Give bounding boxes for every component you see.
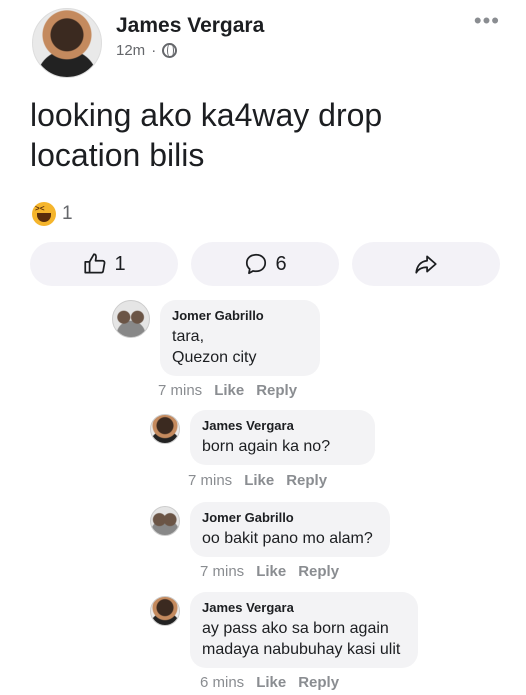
comment-reply-link[interactable]: Reply (256, 382, 297, 399)
comment-text: tara, Quezon city (172, 328, 257, 366)
commenter-avatar[interactable] (112, 300, 150, 338)
more-icon[interactable]: ••• (474, 10, 500, 32)
post-meta: 12m · (116, 42, 178, 59)
comment-bubble: James Vergara ay pass ako sa born again m… (190, 592, 418, 668)
commenter-avatar[interactable] (150, 414, 180, 444)
commenter-name[interactable]: James Vergara (202, 600, 406, 615)
commenter-avatar[interactable] (150, 596, 180, 626)
comment-time[interactable]: 7 mins (158, 382, 202, 399)
author-name[interactable]: James Vergara (116, 14, 264, 38)
comment-button[interactable]: 6 (191, 242, 339, 286)
comment-time[interactable]: 7 mins (188, 472, 232, 489)
comment-item: James Vergara born again ka no? (150, 410, 375, 465)
comment-item: Jomer Gabrillo tara, Quezon city (112, 300, 320, 376)
comment-bubble: Jomer Gabrillo oo bakit pano mo alam? (190, 502, 390, 557)
comment-count: 6 (275, 252, 287, 275)
comment-like-link[interactable]: Like (214, 382, 244, 399)
thumbs-up-icon (84, 253, 106, 274)
comment-actions: 7 mins Like Reply (200, 563, 339, 580)
reaction-count: 1 (62, 203, 73, 224)
comment-icon (246, 253, 267, 275)
share-button[interactable] (352, 242, 500, 286)
comment-item: James Vergara ay pass ako sa born again m… (150, 592, 418, 668)
comment-text: oo bakit pano mo alam? (202, 530, 373, 547)
globe-icon (162, 43, 178, 58)
post-time[interactable]: 12m (116, 42, 145, 59)
action-bar: 1 6 (30, 242, 500, 286)
comment-text: born again ka no? (202, 438, 331, 455)
comment-actions: 6 mins Like Reply (200, 674, 339, 691)
comment-reply-link[interactable]: Reply (298, 674, 339, 691)
post-header: James Vergara 12m · ••• (30, 8, 500, 80)
post-text: looking ako ka4way drop location bilis (30, 97, 383, 173)
comment-bubble: Jomer Gabrillo tara, Quezon city (160, 300, 320, 376)
comment-actions: 7 mins Like Reply (158, 382, 297, 399)
commenter-name[interactable]: Jomer Gabrillo (172, 308, 308, 323)
like-count: 1 (114, 252, 126, 275)
like-button[interactable]: 1 (30, 242, 178, 286)
commenter-avatar[interactable] (150, 506, 180, 536)
comment-time[interactable]: 7 mins (200, 563, 244, 580)
comment-actions: 7 mins Like Reply (188, 472, 327, 489)
meta-separator: · (151, 42, 157, 59)
comment-reply-link[interactable]: Reply (286, 472, 327, 489)
share-icon (415, 255, 437, 274)
commenter-name[interactable]: Jomer Gabrillo (202, 510, 378, 525)
commenter-name[interactable]: James Vergara (202, 418, 363, 433)
comment-like-link[interactable]: Like (256, 674, 286, 691)
comment-time[interactable]: 6 mins (200, 674, 244, 691)
comment-text: ay pass ako sa born again madaya nabubuha… (202, 620, 401, 658)
comment-like-link[interactable]: Like (256, 563, 286, 580)
comment-bubble: James Vergara born again ka no? (190, 410, 375, 465)
comment-item: Jomer Gabrillo oo bakit pano mo alam? (150, 502, 390, 557)
comment-like-link[interactable]: Like (244, 472, 274, 489)
author-avatar[interactable] (32, 8, 102, 78)
haha-icon (32, 202, 56, 226)
reaction-summary[interactable]: 1 (32, 202, 73, 226)
comment-reply-link[interactable]: Reply (298, 563, 339, 580)
